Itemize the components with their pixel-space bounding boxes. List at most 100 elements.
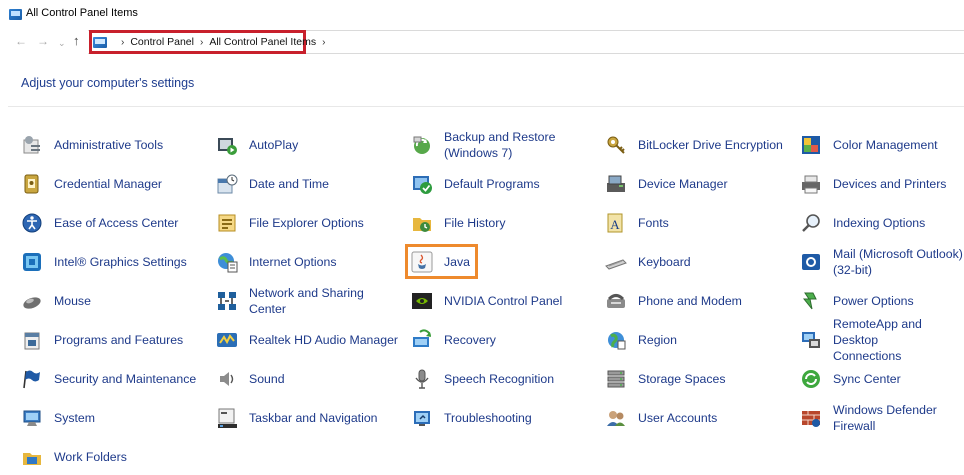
item-label: File History	[444, 216, 506, 230]
firewall-icon	[799, 406, 823, 430]
control-panel-item-programs-and-features[interactable]: Programs and Features	[20, 322, 183, 358]
item-label: Power Options	[833, 294, 914, 308]
control-panel-item-region[interactable]: Region	[604, 322, 677, 358]
control-panel-item-storage-spaces[interactable]: Storage Spaces	[604, 361, 726, 397]
breadcrumb-separator[interactable]: ›	[322, 37, 325, 48]
item-label: Color Management	[833, 138, 938, 152]
programs-features-icon	[20, 328, 44, 352]
control-panel-item-troubleshooting[interactable]: Troubleshooting	[410, 400, 532, 436]
item-label: Storage Spaces	[638, 372, 726, 386]
control-panel-item-ease-of-access-center[interactable]: Ease of Access Center	[20, 205, 178, 241]
item-label: Security and Maintenance	[54, 372, 197, 386]
control-panel-item-indexing-options[interactable]: Indexing Options	[799, 205, 925, 241]
control-panel-item-mouse[interactable]: Mouse	[20, 283, 91, 319]
recovery-icon	[410, 328, 434, 352]
administrative-tools-icon	[20, 133, 44, 157]
breadcrumb-separator[interactable]: ›	[200, 37, 203, 48]
item-label: Devices and Printers	[833, 177, 947, 191]
control-panel-item-windows-defender-firewall[interactable]: Windows Defender Firewall	[799, 400, 937, 436]
power-options-icon	[799, 289, 823, 313]
item-label: Java	[444, 255, 470, 269]
control-panel-item-system[interactable]: System	[20, 400, 95, 436]
breadcrumb: › Control Panel › All Control Panel Item…	[93, 34, 331, 50]
item-label: AutoPlay	[249, 138, 299, 152]
backup-restore-icon	[410, 133, 434, 157]
realtek-audio-icon	[215, 328, 239, 352]
item-label: RemoteApp and Desktop Connections	[833, 317, 922, 363]
control-panel-item-color-management[interactable]: Color Management	[799, 127, 938, 163]
control-panel-item-phone-and-modem[interactable]: Phone and Modem	[604, 283, 742, 319]
system-icon	[20, 406, 44, 430]
control-panel-item-network-and-sharing-center[interactable]: Network and Sharing Center	[215, 283, 364, 319]
control-panel-item-credential-manager[interactable]: Credential Manager	[20, 166, 162, 202]
item-label: Device Manager	[638, 177, 728, 191]
item-label: System	[54, 411, 95, 425]
item-label: NVIDIA Control Panel	[444, 294, 563, 308]
breadcrumb-item-control-panel[interactable]: Control Panel	[130, 36, 194, 48]
item-label: Administrative Tools	[54, 138, 164, 152]
item-label: Internet Options	[249, 255, 337, 269]
item-label: File Explorer Options	[249, 216, 364, 230]
item-label: Troubleshooting	[444, 411, 532, 425]
breadcrumb-item-all-control-panel-items[interactable]: All Control Panel Items	[209, 36, 316, 48]
item-label: Work Folders	[54, 450, 127, 464]
control-panel-item-fonts[interactable]: A Fonts	[604, 205, 669, 241]
item-label: Default Programs	[444, 177, 540, 191]
item-label: Intel® Graphics Settings	[54, 255, 187, 269]
control-panel-icon[interactable]	[93, 36, 107, 48]
page-heading: Adjust your computer's settings	[21, 76, 195, 90]
item-label: Sync Center	[833, 372, 901, 386]
item-label: Network and Sharing Center	[249, 286, 364, 316]
region-globe-icon	[604, 328, 628, 352]
recent-locations-icon[interactable]: ⌄	[58, 36, 66, 50]
forward-arrow-icon[interactable]: →	[37, 34, 49, 48]
control-panel-item-recovery[interactable]: Recovery	[410, 322, 496, 358]
control-panel-item-keyboard[interactable]: Keyboard	[604, 244, 691, 280]
control-panel-item-backup-and-restore-windows-7[interactable]: Backup and Restore (Windows 7)	[410, 127, 555, 163]
control-panel-item-sound[interactable]: Sound	[215, 361, 285, 397]
control-panel-item-taskbar-and-navigation[interactable]: Taskbar and Navigation	[215, 400, 378, 436]
control-panel-item-internet-options[interactable]: Internet Options	[215, 244, 337, 280]
control-panel-item-mail-microsoft-outlook-32-bit[interactable]: Mail (Microsoft Outlook) (32-bit)	[799, 244, 963, 280]
item-label: Keyboard	[638, 255, 691, 269]
autoplay-icon	[215, 133, 239, 157]
control-panel-item-intel-graphics-settings[interactable]: Intel® Graphics Settings	[20, 244, 187, 280]
svg-text:A: A	[610, 217, 620, 232]
item-label: Mail (Microsoft Outlook) (32-bit)	[833, 247, 963, 277]
control-panel-item-nvidia-control-panel[interactable]: NVIDIA Control Panel	[410, 283, 562, 319]
item-label: Credential Manager	[54, 177, 163, 191]
control-panel-item-default-programs[interactable]: Default Programs	[410, 166, 540, 202]
troubleshooting-icon	[410, 406, 434, 430]
control-panel-item-work-folders[interactable]: Work Folders	[20, 439, 127, 475]
control-panel-item-devices-and-printers[interactable]: Devices and Printers	[799, 166, 946, 202]
control-panel-item-bitlocker-drive-encryption[interactable]: BitLocker Drive Encryption	[604, 127, 783, 163]
control-panel-item-power-options[interactable]: Power Options	[799, 283, 914, 319]
indexing-options-icon	[799, 211, 823, 235]
control-panel-item-security-and-maintenance[interactable]: Security and Maintenance	[20, 361, 196, 397]
item-label: Region	[638, 333, 677, 347]
control-panel-item-device-manager[interactable]: Device Manager	[604, 166, 728, 202]
up-arrow-icon[interactable]: ↑	[73, 34, 80, 48]
printer-icon	[799, 172, 823, 196]
sync-center-icon	[799, 367, 823, 391]
breadcrumb-separator[interactable]: ›	[121, 37, 124, 48]
device-manager-icon	[604, 172, 628, 196]
mouse-icon	[20, 289, 44, 313]
control-panel-item-date-and-time[interactable]: Date and Time	[215, 166, 329, 202]
credential-manager-icon	[20, 172, 44, 196]
control-panel-item-java[interactable]: Java	[410, 244, 470, 280]
item-label: Phone and Modem	[638, 294, 742, 308]
default-programs-icon	[410, 172, 434, 196]
control-panel-item-speech-recognition[interactable]: Speech Recognition	[410, 361, 554, 397]
control-panel-item-file-explorer-options[interactable]: File Explorer Options	[215, 205, 364, 241]
control-panel-item-autoplay[interactable]: AutoPlay	[215, 127, 298, 163]
control-panel-item-realtek-hd-audio-manager[interactable]: Realtek HD Audio Manager	[215, 322, 398, 358]
control-panel-item-administrative-tools[interactable]: Administrative Tools	[20, 127, 163, 163]
control-panel-item-sync-center[interactable]: Sync Center	[799, 361, 901, 397]
control-panel-item-remoteapp-and-desktop-connections[interactable]: RemoteApp and Desktop Connections	[799, 317, 964, 363]
item-label: Fonts	[638, 216, 669, 230]
control-panel-item-user-accounts[interactable]: User Accounts	[604, 400, 717, 436]
back-arrow-icon[interactable]: ←	[15, 34, 27, 48]
control-panel-item-file-history[interactable]: File History	[410, 205, 506, 241]
item-label: Indexing Options	[833, 216, 926, 230]
